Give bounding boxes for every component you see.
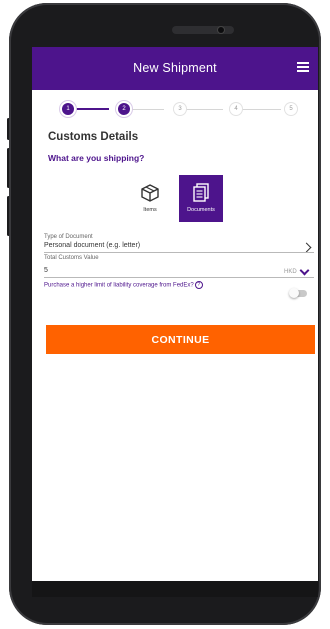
step-2[interactable]: 2: [118, 103, 130, 115]
section-title: Customs Details: [48, 131, 139, 143]
step-3: 3: [174, 103, 186, 115]
document-type-underline: [44, 252, 314, 253]
currency-selector[interactable]: HKD: [284, 269, 297, 275]
shipping-question: What are you shipping?: [48, 153, 145, 163]
continue-button[interactable]: CONTINUE: [46, 325, 315, 354]
chevron-right-icon[interactable]: [301, 242, 312, 253]
documents-option-label: Documents: [187, 207, 215, 213]
chevron-down-icon[interactable]: [299, 265, 310, 276]
info-icon[interactable]: ?: [194, 281, 203, 289]
app-header: New Shipment: [32, 47, 318, 90]
phone-frame: New Shipment 1 2 3 4 5 Customs Details W…: [9, 3, 321, 625]
items-option-label: Items: [143, 207, 157, 213]
progress-stepper: 1 2 3 4 5: [32, 101, 318, 121]
step-5: 5: [285, 103, 297, 115]
liability-question: Purchase a higher limit of liability cov…: [44, 281, 203, 289]
step-4: 4: [230, 103, 242, 115]
customs-value-underline: [44, 277, 314, 278]
phone-camera: [218, 27, 224, 33]
customs-value-label: Total Customs Value: [44, 255, 99, 261]
document-type-label: Type of Document: [44, 234, 93, 240]
hamburger-menu-icon[interactable]: [297, 62, 309, 72]
screen-bottom-bar: [32, 581, 318, 597]
liability-text: Purchase a higher limit of liability cov…: [44, 282, 194, 289]
phone-speaker: [172, 26, 234, 34]
liability-toggle[interactable]: [289, 288, 307, 298]
box-icon: [141, 184, 159, 202]
document-type-value[interactable]: Personal document (e.g. letter): [44, 242, 140, 249]
items-option-tile[interactable]: Items: [128, 175, 172, 222]
app-screen: New Shipment 1 2 3 4 5 Customs Details W…: [32, 47, 318, 597]
toggle-knob: [289, 288, 299, 298]
page-title: New Shipment: [133, 61, 217, 75]
customs-value-input[interactable]: 5: [44, 267, 48, 274]
documents-option-tile[interactable]: Documents: [179, 175, 223, 222]
documents-icon: [193, 183, 209, 202]
step-1[interactable]: 1: [62, 103, 74, 115]
